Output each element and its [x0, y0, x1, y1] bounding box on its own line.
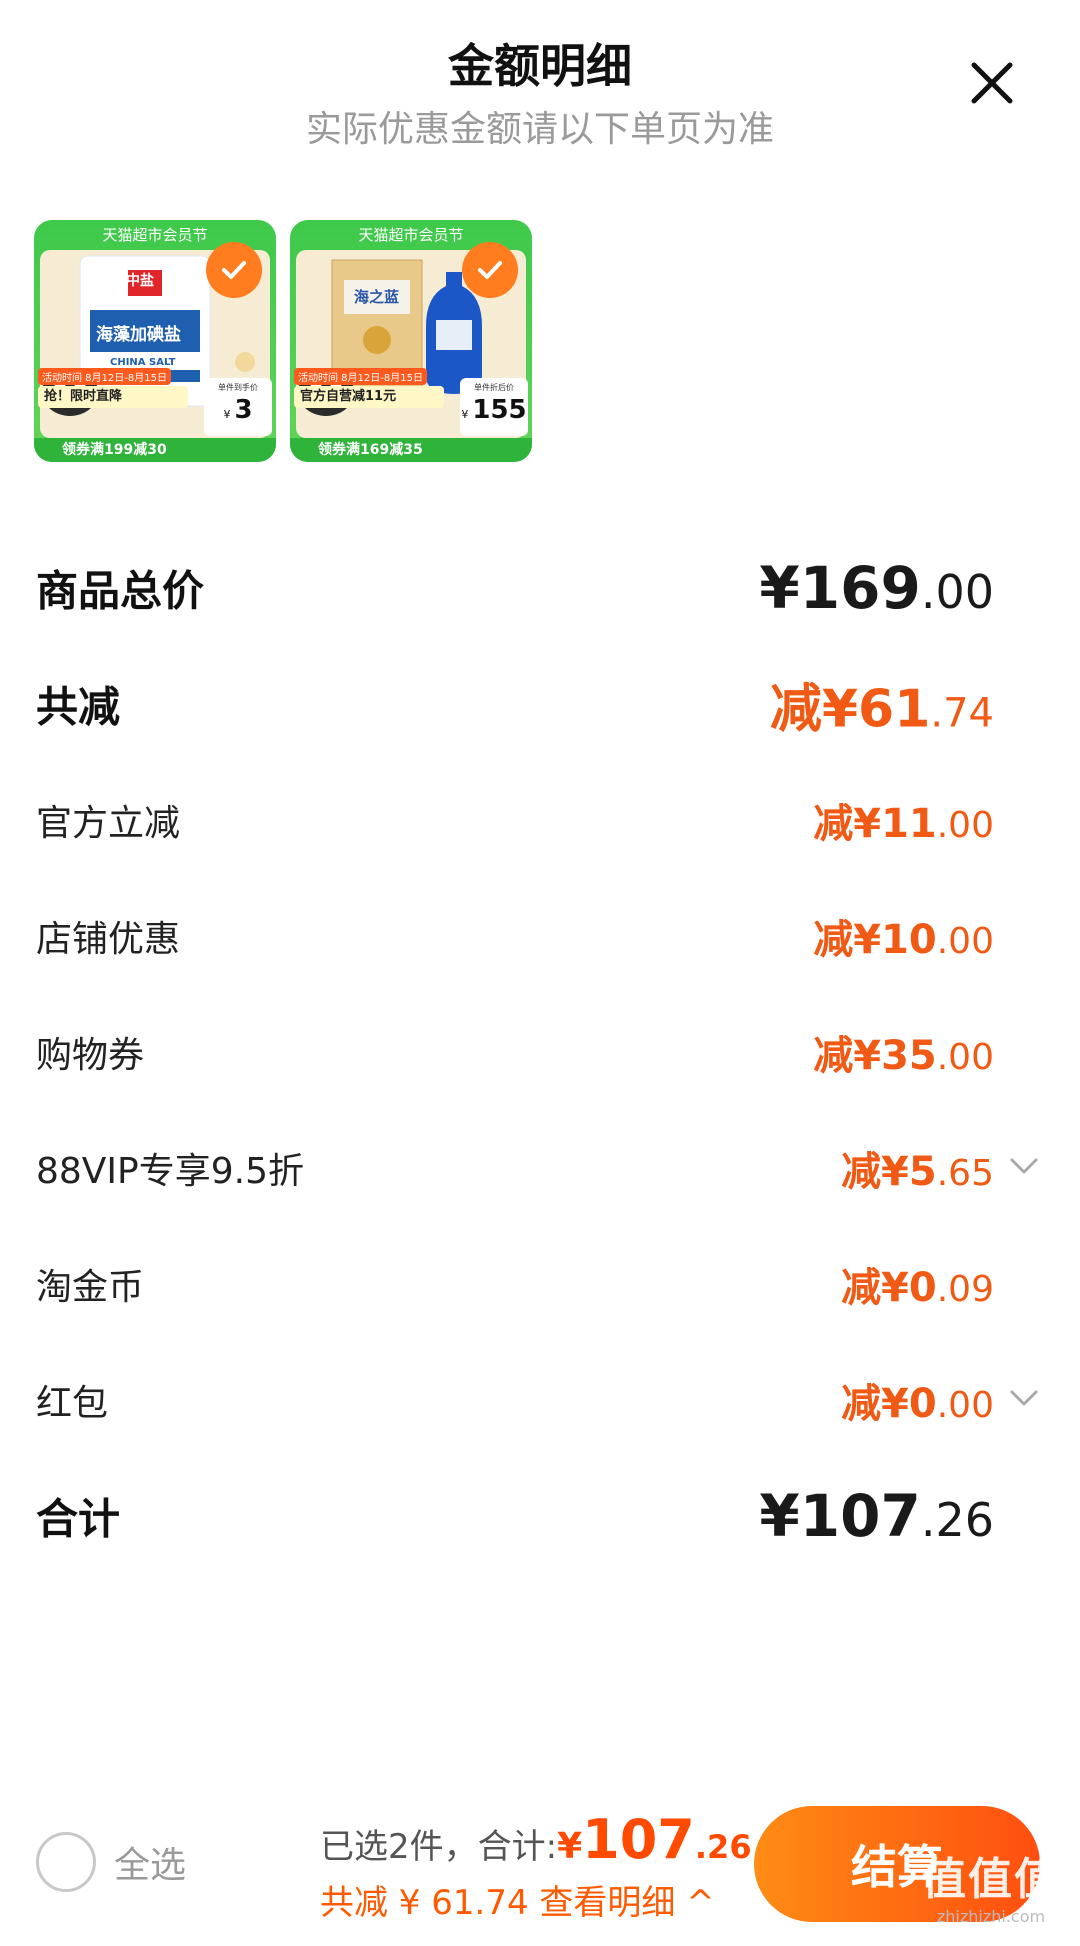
select-all-toggle[interactable]: 全选	[36, 1832, 186, 1892]
price-symbol: ¥	[461, 408, 469, 421]
amount-int: 减¥0	[841, 1381, 937, 1427]
product-thumbnail-liquor[interactable]: 天猫超市会员节 海之蓝 活动时间 8月12日-8月15日 官方自营减11元 单件…	[290, 220, 532, 462]
selected-count-text: 已选2件，合计:	[320, 1827, 558, 1867]
store-discount-amount: 减¥10.00	[813, 907, 994, 965]
amount-int: 减¥11	[813, 801, 937, 847]
price-breakdown: 商品总价 ¥169.00 共减 减¥61.74 官方立减 减¥11.00 店铺优…	[0, 530, 1080, 1574]
row-label: 淘金币	[36, 1267, 145, 1308]
product-name-en: CHINA SALT	[110, 357, 176, 368]
row-vip-discount[interactable]: 88VIP专享9.5折 减¥5.65	[0, 1110, 1080, 1226]
vip-discount-amount: 减¥5.65	[841, 1139, 994, 1197]
summary-total: ¥107.26	[557, 1808, 751, 1871]
total-int: 107	[582, 1808, 695, 1871]
view-details-link[interactable]: 共减 ¥ 61.74 查看明细 ^	[320, 1875, 740, 1924]
row-official-discount: 官方立减 减¥11.00	[0, 762, 1080, 878]
header: 金额明细 实际优惠金额请以下单页为准	[0, 0, 1080, 160]
checkmark-icon	[222, 261, 246, 279]
row-label: 共减	[36, 682, 121, 732]
amount-dec: .00	[936, 1037, 994, 1078]
close-button[interactable]	[964, 55, 1020, 111]
brand-label: 海之蓝	[354, 288, 400, 306]
amount-dec: .09	[936, 1269, 994, 1310]
price-label: 单件到手价	[218, 383, 258, 392]
row-total-discount: 共减 减¥61.74	[0, 646, 1080, 762]
promo-text: 抢！限时直降	[38, 386, 188, 408]
price-value: 3	[234, 395, 253, 425]
amount-int: 减¥0	[841, 1265, 937, 1311]
chevron-down-icon[interactable]	[1008, 1156, 1040, 1176]
watermark: 值值值 zhizhizhi.com	[922, 1843, 1060, 1926]
brand-label: 中盐	[126, 273, 154, 289]
amount-dec: .00	[936, 805, 994, 846]
currency-symbol: ¥	[557, 1826, 583, 1867]
row-store-discount: 店铺优惠 减¥10.00	[0, 878, 1080, 994]
watermark-logo: 值值值	[922, 1854, 1060, 1905]
price-label: 单件折后价	[474, 383, 514, 392]
amount-dec: .74	[930, 690, 994, 737]
coupon-bar: 领券满169减35	[290, 438, 532, 462]
selected-check[interactable]	[206, 242, 262, 298]
official-discount-amount: 减¥11.00	[813, 791, 994, 849]
price-value-wrap: ¥155	[460, 393, 528, 432]
amount-int: 减¥35	[813, 1033, 937, 1079]
product-name: 海藻加碘盐	[96, 325, 181, 345]
product-thumbnails: 天猫超市会员节 中盐 海藻加碘盐 CHINA SALT 活动时间 8月12日-8…	[34, 220, 532, 462]
row-subtotal: 商品总价 ¥169.00	[0, 530, 1080, 646]
total-discount-amount: 减¥61.74	[770, 667, 994, 742]
amount-dec: .00	[920, 565, 994, 619]
price-value: 155	[472, 395, 527, 425]
amount-dec: .26	[920, 1493, 994, 1547]
row-total: 合计 ¥107.26	[0, 1458, 1080, 1574]
amount-int: ¥169	[759, 554, 921, 622]
row-label: 红包	[36, 1383, 109, 1424]
taojinbi-amount: 减¥0.09	[841, 1255, 994, 1313]
amount-dec: .00	[936, 1385, 994, 1426]
unit-price-box: 单件折后价 ¥155	[460, 378, 528, 436]
row-taojinbi: 淘金币 减¥0.09	[0, 1226, 1080, 1342]
checkout-bar: 全选 已选2件，合计:¥107.26 共减 ¥ 61.74 查看明细 ^ 结算 …	[0, 1790, 1080, 1946]
row-label: 88VIP专享9.5折	[36, 1151, 305, 1192]
page-subtitle: 实际优惠金额请以下单页为准	[305, 109, 774, 150]
selected-check[interactable]	[462, 242, 518, 298]
promo-date: 活动时间 8月12日-8月15日	[38, 368, 171, 385]
select-all-checkbox[interactable]	[36, 1832, 96, 1892]
row-label: 官方立减	[36, 803, 181, 844]
row-red-packet[interactable]: 红包 减¥0.00	[0, 1342, 1080, 1458]
price-symbol: ¥	[223, 408, 231, 421]
page-title: 金额明细	[448, 39, 632, 93]
watermark-url: zhizhizhi.com	[936, 1907, 1046, 1926]
shopping-coupon-amount: 减¥35.00	[813, 1023, 994, 1081]
chevron-down-icon[interactable]	[1008, 1388, 1040, 1408]
total-amount: ¥107.26	[759, 1482, 994, 1550]
subtotal-amount: ¥169.00	[759, 554, 994, 622]
unit-price-box: 单件到手价 ¥3	[204, 378, 272, 436]
promo-text: 官方自营减11元	[294, 386, 444, 408]
total-dec: .26	[694, 1828, 752, 1866]
row-label: 购物券	[36, 1035, 145, 1076]
row-label: 商品总价	[36, 566, 205, 616]
amount-int: ¥107	[759, 1482, 921, 1550]
amount-dec: .00	[936, 921, 994, 962]
amount-int: 减¥10	[813, 917, 937, 963]
select-all-label: 全选	[114, 1845, 187, 1886]
amount-int: 减¥5	[841, 1149, 937, 1195]
order-summary: 已选2件，合计:¥107.26 共减 ¥ 61.74 查看明细 ^	[320, 1808, 752, 1924]
summary-total-line: 已选2件，合计:¥107.26	[320, 1808, 752, 1871]
product-thumbnail-salt[interactable]: 天猫超市会员节 中盐 海藻加碘盐 CHINA SALT 活动时间 8月12日-8…	[34, 220, 276, 462]
amount-int: 减¥61	[769, 679, 931, 740]
coupon-bar: 领券满199减30	[34, 438, 276, 462]
row-label: 店铺优惠	[36, 919, 181, 960]
promo-date: 活动时间 8月12日-8月15日	[294, 368, 427, 385]
checkmark-icon	[478, 261, 502, 279]
amount-dec: .65	[936, 1153, 994, 1194]
close-icon	[971, 62, 1013, 104]
red-packet-amount: 减¥0.00	[841, 1371, 994, 1429]
row-label: 合计	[36, 1494, 121, 1544]
row-shopping-coupon: 购物券 减¥35.00	[0, 994, 1080, 1110]
price-value-wrap: ¥3	[204, 393, 272, 432]
